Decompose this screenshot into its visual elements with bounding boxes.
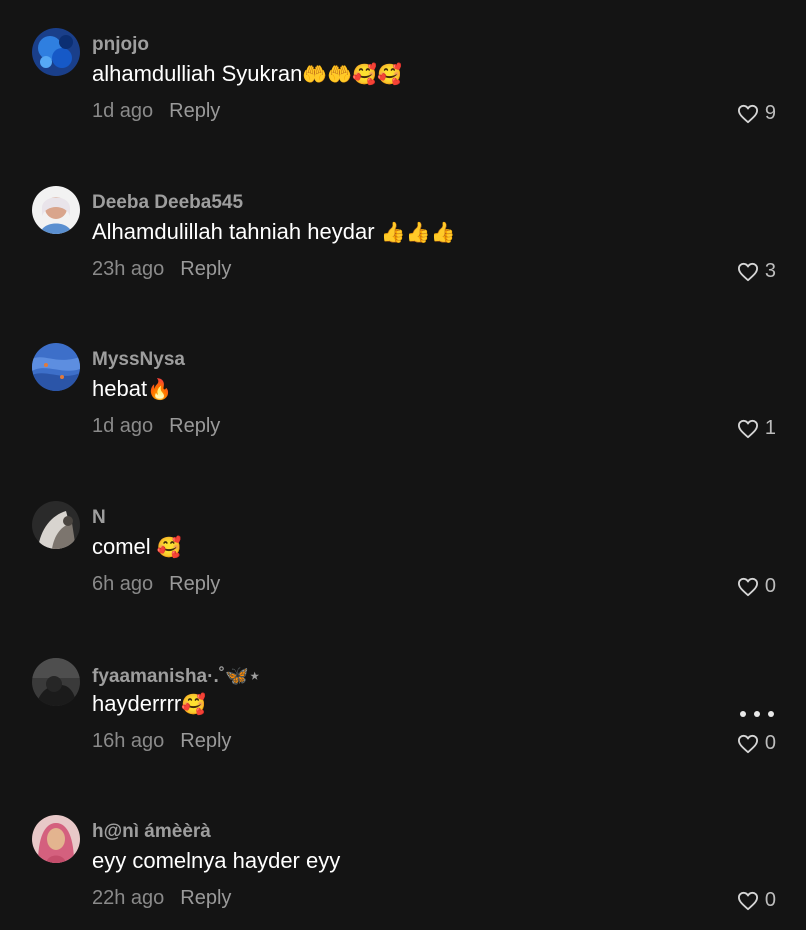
- heart-outline-icon: [737, 419, 758, 438]
- comment-text: Alhamdulillah tahniah heydar 👍👍👍: [92, 219, 455, 245]
- reply-button[interactable]: Reply: [169, 415, 220, 437]
- like-count: 0: [764, 575, 776, 597]
- like-count: 9: [764, 102, 776, 124]
- comment-item: N comel 🥰 6h ago Reply 0: [0, 501, 806, 641]
- timestamp: 6h ago: [92, 573, 154, 595]
- comment-item: fyaamanisha·.˚🦋⋆ hayderrrr🥰 16h ago Reply…: [0, 658, 806, 798]
- timestamp: 22h ago: [92, 887, 165, 909]
- username[interactable]: fyaamanisha·.˚🦋⋆: [92, 664, 261, 688]
- comment-text-body: Alhamdulillah tahniah heydar: [92, 219, 381, 244]
- like-button[interactable]: 0: [737, 889, 776, 912]
- heart-outline-icon: [737, 734, 758, 753]
- like-button[interactable]: 9: [737, 102, 776, 125]
- comment-text: hebat🔥: [92, 376, 172, 402]
- heart-outline-icon: [737, 891, 758, 910]
- like-count: 0: [764, 732, 776, 754]
- like-count: 3: [764, 260, 776, 282]
- comment-item: pnjojo alhamdulliah Syukran🤲🤲🥰🥰 1d ago Re…: [0, 28, 806, 168]
- like-button[interactable]: 0: [737, 732, 776, 755]
- comment-meta: 1d ago Reply: [92, 415, 220, 438]
- comment-meta: 6h ago Reply: [92, 573, 220, 596]
- comment-emojis: 🥰: [156, 537, 182, 559]
- heart-outline-icon: [737, 262, 758, 281]
- comment-text-body: alhamdulliah Syukran: [92, 61, 303, 86]
- more-horizontal-icon: [740, 711, 746, 717]
- comment-text: comel 🥰: [92, 534, 182, 560]
- comment-text: eyy comelnya hayder eyy: [92, 848, 340, 874]
- like-count: 0: [764, 889, 776, 911]
- comment-item: h@nì ámèèrà eyy comelnya hayder eyy 22h …: [0, 815, 806, 930]
- comment-meta: 22h ago Reply: [92, 887, 231, 910]
- username[interactable]: Deeba Deeba545: [92, 192, 243, 214]
- timestamp: 1d ago: [92, 415, 154, 437]
- like-button[interactable]: 0: [737, 575, 776, 598]
- comment-emojis: 👍👍👍: [380, 222, 456, 244]
- reply-button[interactable]: Reply: [169, 100, 220, 122]
- avatar[interactable]: [32, 501, 80, 549]
- like-button[interactable]: 3: [737, 260, 776, 283]
- comment-text-body: hebat: [92, 376, 148, 401]
- avatar[interactable]: [32, 343, 80, 391]
- reply-button[interactable]: Reply: [169, 573, 220, 595]
- comment-text-body: hayderrrr: [92, 691, 182, 716]
- timestamp: 23h ago: [92, 258, 165, 280]
- avatar[interactable]: [32, 28, 80, 76]
- heart-outline-icon: [737, 104, 758, 123]
- heart-outline-icon: [737, 577, 758, 596]
- comment-emojis: 🔥: [147, 379, 172, 401]
- timestamp: 1d ago: [92, 100, 154, 122]
- username[interactable]: N: [92, 507, 106, 529]
- timestamp: 16h ago: [92, 730, 165, 752]
- more-options-button[interactable]: [740, 708, 774, 720]
- username[interactable]: h@nì ámèèrà: [92, 821, 211, 843]
- comment-text: alhamdulliah Syukran🤲🤲🥰🥰: [92, 61, 402, 87]
- more-horizontal-icon: [768, 711, 774, 717]
- avatar[interactable]: [32, 186, 80, 234]
- comment-emojis: 🤲🤲🥰🥰: [302, 64, 402, 86]
- comment-feed: pnjojo alhamdulliah Syukran🤲🤲🥰🥰 1d ago Re…: [0, 0, 806, 930]
- avatar[interactable]: [32, 658, 80, 706]
- comment-emojis: 🥰: [181, 694, 207, 716]
- comment-text: hayderrrr🥰: [92, 691, 206, 717]
- reply-button[interactable]: Reply: [180, 887, 231, 909]
- like-button[interactable]: 1: [737, 417, 776, 440]
- reply-button[interactable]: Reply: [180, 258, 231, 280]
- comment-meta: 16h ago Reply: [92, 730, 231, 753]
- more-horizontal-icon: [754, 711, 760, 717]
- username[interactable]: MyssNysa: [92, 349, 185, 371]
- avatar[interactable]: [32, 815, 80, 863]
- comment-meta: 23h ago Reply: [92, 258, 231, 281]
- username[interactable]: pnjojo: [92, 34, 149, 56]
- comment-text-body: comel: [92, 534, 157, 559]
- comment-text-body: eyy comelnya hayder eyy: [92, 848, 341, 873]
- comment-item: Deeba Deeba545 Alhamdulillah tahniah hey…: [0, 186, 806, 326]
- comment-item: MyssNysa hebat🔥 1d ago Reply 1: [0, 343, 806, 483]
- reply-button[interactable]: Reply: [180, 730, 231, 752]
- like-count: 1: [764, 417, 776, 439]
- comment-meta: 1d ago Reply: [92, 100, 220, 123]
